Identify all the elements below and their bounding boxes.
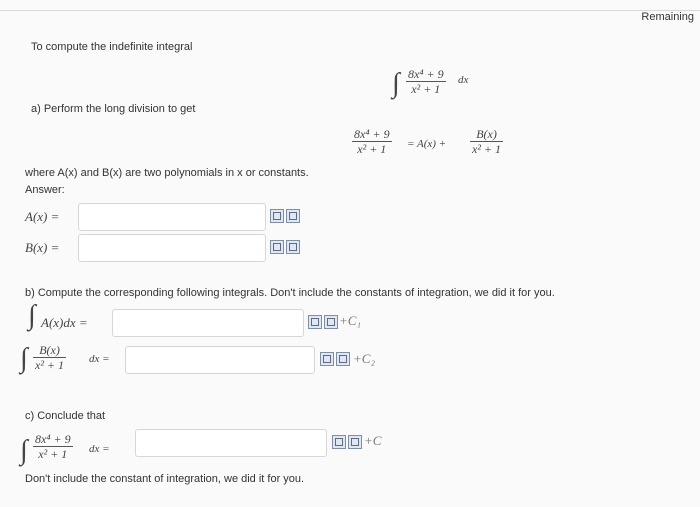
equation-editor-icon[interactable] — [270, 240, 284, 254]
constant-c1: +C₁ — [339, 313, 361, 328]
int1-expression: A(x)dx = — [41, 315, 88, 330]
equation-editor-icon[interactable] — [332, 435, 346, 449]
int2-tail: dx = — [89, 353, 110, 365]
conclude-tail: dx = — [89, 443, 110, 455]
dx-label: dx — [458, 74, 469, 86]
answer-label: Answer: — [25, 184, 65, 196]
a-of-x-label: A(x) = — [25, 209, 60, 224]
equation-editor-icon[interactable] — [320, 352, 334, 366]
equation-editor-icon[interactable] — [308, 315, 322, 329]
a-tools[interactable] — [270, 209, 300, 223]
eq-middle: = A(x) + — [407, 138, 447, 150]
eq-right-denominator: x² + 1 — [472, 142, 502, 156]
integral-sign: ∫ — [20, 435, 28, 466]
polynomial-note: where A(x) and B(x) are two polynomials … — [25, 167, 309, 179]
conclude-tools[interactable] — [332, 435, 362, 449]
integral-sign: ∫ — [20, 343, 28, 374]
help-icon[interactable] — [324, 315, 338, 329]
fraction-numerator: 8x⁴ + 9 — [406, 67, 446, 82]
top-divider — [0, 10, 700, 11]
remaining-label: Remaining — [641, 11, 694, 23]
fraction-denominator: x² + 1 — [411, 82, 441, 96]
part-c-label: c) Conclude that — [25, 410, 106, 422]
a-of-x-input[interactable] — [78, 203, 266, 231]
b-of-x-input[interactable] — [78, 234, 266, 262]
footer-note: Don't include the constant of integratio… — [25, 473, 305, 485]
equation-editor-icon[interactable] — [270, 209, 284, 223]
int2-denominator: x² + 1 — [35, 358, 65, 372]
int2-fraction: B(x) x² + 1 — [33, 343, 67, 372]
eq-left-fraction: 8x⁴ + 9 x² + 1 — [352, 127, 392, 156]
help-icon[interactable] — [286, 240, 300, 254]
eq-right-numerator: B(x) — [470, 127, 504, 142]
conclude-numerator: 8x⁴ + 9 — [33, 432, 73, 447]
int2-input[interactable] — [125, 346, 315, 374]
eq-right-fraction: B(x) x² + 1 — [470, 127, 504, 156]
int1-tools[interactable] — [308, 315, 338, 329]
eq-left-numerator: 8x⁴ + 9 — [352, 127, 392, 142]
help-icon[interactable] — [348, 435, 362, 449]
int2-tools[interactable] — [320, 352, 350, 366]
conclude-denominator: x² + 1 — [38, 447, 68, 461]
b-of-x-label: B(x) = — [25, 240, 60, 255]
conclude-input[interactable] — [135, 429, 327, 457]
constant-c2: +C₂ — [353, 351, 375, 366]
help-icon[interactable] — [336, 352, 350, 366]
integral-sign: ∫ — [28, 300, 36, 331]
integral-sign: ∫ — [392, 68, 400, 99]
help-icon[interactable] — [286, 209, 300, 223]
int1-input[interactable] — [112, 309, 304, 337]
int2-numerator: B(x) — [33, 343, 67, 358]
conclude-fraction: 8x⁴ + 9 x² + 1 — [33, 432, 73, 461]
b-tools[interactable] — [270, 240, 300, 254]
constant-c: +C — [364, 433, 382, 448]
part-b-label: b) Compute the corresponding following i… — [25, 287, 555, 299]
part-a-label: a) Perform the long division to get — [31, 103, 196, 115]
eq-left-denominator: x² + 1 — [357, 142, 387, 156]
intro-text: To compute the indefinite integral — [31, 41, 193, 53]
main-fraction: 8x⁴ + 9 x² + 1 — [406, 67, 446, 96]
